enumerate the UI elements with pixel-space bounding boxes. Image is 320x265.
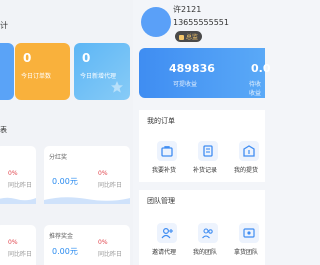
- my-pickup-label[interactable]: 我的提货: [234, 165, 258, 174]
- referral-bonus-tile[interactable]: 推荐奖金 0.00元 0% 同比昨日: [44, 225, 130, 265]
- referral-amount: 0.00元: [52, 247, 78, 256]
- earnings-banner[interactable]: 489836 可提收益 0.0 待收收益: [139, 48, 271, 98]
- today-new-agents-card[interactable]: 0 今日新增代理: [74, 43, 130, 100]
- dividend-amount: 0.00元: [52, 177, 78, 186]
- orders-title: 我的订单: [147, 117, 175, 125]
- new-agents-count: 0: [82, 51, 91, 65]
- today-orders-count: 0: [23, 51, 32, 65]
- avatar[interactable]: [141, 7, 171, 37]
- stats-title: 计: [0, 21, 8, 30]
- star-icon: [111, 81, 123, 93]
- today-orders-label: 今日订单数: [21, 73, 52, 80]
- withdrawable-label: 可提收益: [173, 81, 198, 88]
- team-title: 团队管理: [147, 197, 175, 205]
- pending-value: 0.0: [251, 62, 271, 75]
- stat-percent: 0%: [8, 170, 18, 177]
- dividend-title: 分红奖: [49, 154, 68, 161]
- dividend-compare: 同比昨日: [98, 182, 123, 189]
- new-agents-label: 今日新增代理: [80, 73, 117, 80]
- pickup-team-icon[interactable]: [239, 223, 259, 243]
- orders-section: 我的订单 我要补货 补货记录 我的提货: [139, 110, 265, 182]
- invite-agent-label[interactable]: 邀请代理: [152, 247, 176, 256]
- withdrawable-value: 489836: [169, 62, 215, 75]
- today-card-partial[interactable]: 今: [0, 43, 14, 100]
- user-name: 许2121: [173, 5, 202, 14]
- stat-compare: 同比昨日: [8, 182, 33, 189]
- today-orders-card[interactable]: 0 今日订单数: [15, 43, 70, 100]
- report-title: 表: [0, 126, 7, 134]
- stat-tile[interactable]: 0% 同比昨日: [0, 146, 36, 204]
- referral-title: 推荐奖金: [49, 233, 74, 240]
- restock-record-label[interactable]: 补货记录: [193, 165, 217, 174]
- stat-percent: 0%: [8, 239, 18, 246]
- pickup-team-label[interactable]: 拿货团队: [234, 247, 258, 256]
- level-badge: 总监: [175, 31, 203, 42]
- dividend-tile[interactable]: 分红奖 0.00元 0% 同比昨日: [44, 146, 130, 204]
- referral-percent: 0%: [98, 239, 108, 246]
- user-phone: 13655555551: [173, 18, 229, 27]
- wave-decoration: [0, 197, 36, 204]
- profile-panel: 许2121 13655555551 总监 489836 可提收益 0.0 待收收…: [133, 0, 271, 265]
- team-section: 团队管理 邀请代理 我的团队 拿货团队: [139, 190, 265, 265]
- vip-icon: [179, 35, 184, 40]
- my-team-label[interactable]: 我的团队: [193, 247, 217, 256]
- restock-label[interactable]: 我要补货: [152, 165, 176, 174]
- referral-compare: 同比昨日: [98, 251, 123, 258]
- my-pickup-icon[interactable]: [239, 141, 259, 161]
- restock-icon[interactable]: [157, 141, 177, 161]
- statistics-panel: 计 今 0 今日订单数 0 今日新增代理 表 0% 同比昨日 分红奖 0.00元…: [0, 0, 133, 265]
- restock-record-icon[interactable]: [198, 141, 218, 161]
- stat-compare: 同比昨日: [8, 251, 33, 258]
- dividend-percent: 0%: [98, 170, 108, 177]
- stat-tile[interactable]: 0% 同比昨日: [0, 225, 36, 265]
- wave-decoration: [44, 197, 130, 204]
- pending-label: 待收收益: [249, 81, 262, 97]
- my-team-icon[interactable]: [198, 223, 218, 243]
- invite-agent-icon[interactable]: [157, 223, 177, 243]
